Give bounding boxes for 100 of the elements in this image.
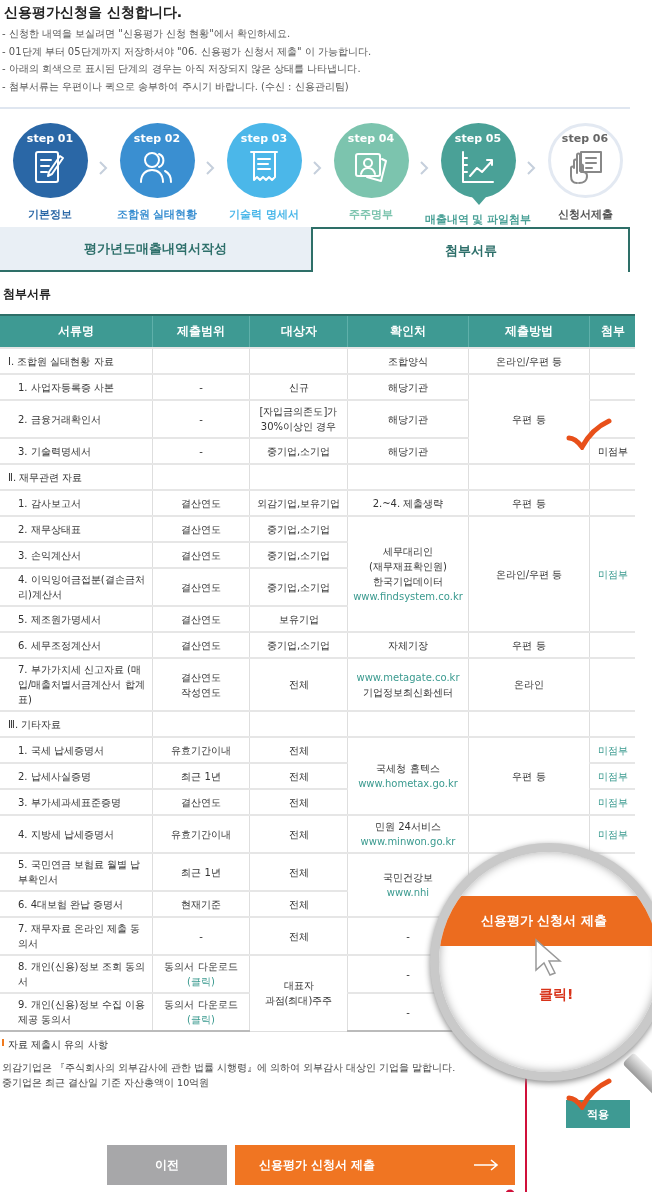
cell-text: 한국기업데이터 — [373, 575, 443, 589]
document-name: 3. 기술력명세서 — [18, 445, 91, 457]
column-header: 제출방법 — [468, 315, 590, 348]
cell-text: 중기업,소기업 — [266, 548, 331, 563]
step-number: step 03 — [240, 132, 288, 146]
cell-text: 작성연도 — [181, 685, 221, 700]
note-text: 외감기업은 『주식회사의 외부감사에 관한 법률 시행령』에 의하여 외부감사 대상인 기업을 말합니다. — [2, 1061, 457, 1075]
cell-text: 결산연도 — [181, 612, 221, 627]
step-number: step 06 — [561, 132, 609, 146]
section-label: Ⅰ. 조합원 실태현황 자료 — [8, 355, 114, 367]
notice-text: - 첨부서류는 우편이나 퀵으로 송부하여 주시기 바랍니다. (수신 : 신용관리팀) — [2, 79, 350, 94]
cell-text: 우편 등 — [512, 412, 546, 427]
cell-text: 유효기간이내 — [171, 743, 231, 758]
chart-icon — [460, 150, 496, 184]
submit-button[interactable]: 신용평가 신청서 제출 — [235, 1145, 515, 1185]
cell-text: 전체 — [288, 678, 309, 692]
chevron-icon — [527, 161, 536, 175]
cell-text: [자입금의존도]가 — [259, 405, 338, 419]
tab[interactable]: 평가년도매출내역서작성 — [0, 227, 311, 272]
section-label: Ⅱ. 재무관련 자료 — [8, 471, 83, 483]
cell-text: - — [406, 929, 410, 944]
cell-text: 중기업,소기업 — [266, 580, 331, 595]
cell-text: 세무대리인 — [383, 545, 433, 559]
document-name: 2. 금융거래확인서 — [18, 413, 101, 425]
tab[interactable]: 첨부서류 — [311, 227, 630, 272]
column-header: 대상자 — [249, 315, 348, 348]
section-title: 첨부서류 — [2, 286, 52, 303]
link[interactable]: (클릭) — [187, 1012, 215, 1027]
document-name: 1. 사업자등록증 사본 — [18, 381, 114, 393]
cell-text: 유효기간이내 — [171, 827, 231, 842]
cell-text: 전체 — [288, 827, 309, 842]
notes-title: 자료 제출시 유의 사항 — [8, 1038, 108, 1052]
cell-text: 전체 — [288, 795, 309, 810]
step-circle[interactable]: step 01 — [12, 123, 88, 198]
step-circle[interactable]: step 06 — [547, 123, 623, 198]
step-label: 매출내역 및 파일첨부 — [424, 212, 532, 226]
cell-text: 결산연도 — [181, 670, 221, 685]
section-label: Ⅲ. 기타자료 — [8, 718, 62, 730]
cell-text: 우편 등 — [512, 638, 546, 653]
cell-text: 신규 — [288, 380, 309, 395]
notice-text: - 01단계 부터 05단계까지 저장하셔야 "06. 신용평가 신청서 제출" 이 가능합니다. — [2, 44, 373, 59]
cell-text: 민원 24서비스 — [375, 820, 441, 834]
cell-text: 중기업,소기업 — [266, 444, 331, 459]
link[interactable]: www.metagate.co.kr — [356, 669, 460, 685]
cell-text: 전체 — [288, 769, 309, 784]
cell-text: 결산연도 — [181, 580, 221, 595]
cell-text: - — [199, 380, 203, 395]
column-header: 확인처 — [347, 315, 469, 348]
cell-text: 국세청 홈텍스 — [376, 762, 440, 776]
cell-text: 온라인/우편 등 — [495, 567, 563, 582]
chevron-icon — [420, 161, 429, 175]
cell-text: 동의서 다운로드 — [164, 998, 238, 1012]
chevron-icon — [99, 161, 108, 175]
step-label: 조합원 실태현황 — [116, 207, 198, 221]
document-name: 1. 국세 납세증명서 — [18, 744, 104, 756]
page-title: 신용평가신청을 신청합니다. — [3, 3, 184, 22]
note-text: 중기업은 최근 결산일 기준 자산총액이 10억원 — [2, 1076, 211, 1090]
cell-text: 과점(최대)주주 — [264, 994, 333, 1009]
apply-button[interactable]: 적용 — [566, 1100, 630, 1128]
document-name: 6. 세무조정계산서 — [18, 639, 101, 651]
step-number: step 05 — [454, 132, 502, 146]
cell-text: 국민건강보 — [383, 871, 433, 885]
link[interactable]: (클릭) — [187, 974, 215, 989]
document-name: 4. 지방세 납세증명서 — [18, 828, 114, 840]
check-mark-icon — [566, 1078, 612, 1110]
step-number: step 04 — [347, 132, 395, 146]
link[interactable]: www.minwon.go.kr — [360, 834, 456, 849]
cell-text: 조합양식 — [388, 354, 428, 369]
step-circle[interactable]: step 04 — [333, 123, 409, 198]
document-name: 3. 손익계산서 — [18, 549, 81, 561]
cell-text: 결산연도 — [181, 548, 221, 563]
notice-text: - 아래의 회색으로 표시된 단계의 경우는 아직 저장되지 않은 상태를 나타냅니다. — [2, 62, 362, 76]
step-label: 주주명부 — [349, 207, 393, 221]
document-name: 5. 제조원가명세서 — [18, 613, 101, 625]
document-name: 7. 부가가치세 신고자료 (매입/매출처별서금계산서 합계표) — [18, 664, 145, 705]
cell-text: 전체 — [288, 865, 309, 880]
cell-text: 미점부 — [597, 444, 628, 459]
cell-text: 2.~4. 제출생략 — [372, 496, 444, 511]
link[interactable]: www.hometax.go.kr — [358, 776, 458, 791]
hand-document-icon — [567, 150, 603, 184]
arrow-icon — [473, 1159, 499, 1171]
step-circle[interactable]: step 03 — [226, 123, 302, 198]
document-name: 8. 개인(신용)정보 조회 동의서 — [18, 961, 145, 987]
link[interactable]: www.findsystem.co.kr — [353, 589, 463, 604]
cell-text: 전체 — [288, 929, 309, 944]
cell-text: 보유기업 — [278, 612, 319, 627]
step-circle[interactable]: step 02 — [119, 123, 195, 198]
cell-text: 중기업,소기업 — [266, 522, 331, 537]
cell-text: 온라인 — [514, 678, 544, 692]
previous-button[interactable]: 이전 — [107, 1145, 227, 1185]
document-name: 1. 감사보고서 — [18, 497, 81, 509]
link[interactable]: www.nhi — [386, 885, 430, 900]
link[interactable]: 미점부 — [597, 566, 628, 582]
chevron-icon — [313, 161, 322, 175]
cell-text: - — [199, 444, 203, 459]
column-header: 첨부 — [589, 315, 635, 348]
cell-text: 외감기업,보유기업 — [256, 496, 341, 511]
notice-text: - 신청한 내역을 보실려면 "신용평가 신청 현황"에서 확인하세요. — [2, 27, 292, 41]
cell-text: 전체 — [288, 743, 309, 758]
cell-text: 최근 1년 — [181, 769, 221, 784]
